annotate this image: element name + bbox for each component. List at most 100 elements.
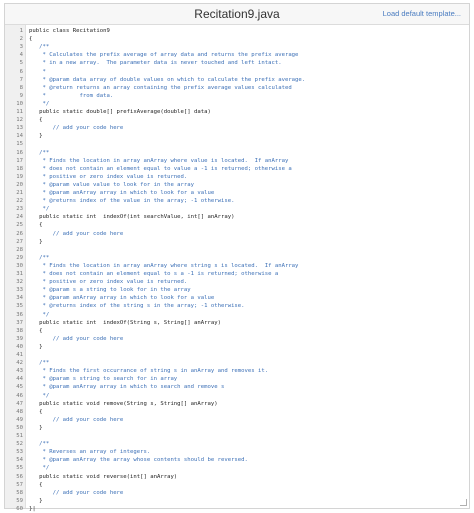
code-text: /** bbox=[29, 44, 50, 51]
code-line[interactable]: 11 public static double[] prefixAverage(… bbox=[5, 108, 469, 116]
code-text: * @return returns an array containing th… bbox=[29, 84, 292, 91]
line-number: 34 bbox=[16, 295, 23, 302]
code-line[interactable]: 56 public static void reverse(int[] anAr… bbox=[5, 473, 469, 481]
code-line[interactable]: 1 public class Recitation9 bbox=[5, 27, 469, 35]
code-line[interactable]: 15 bbox=[5, 140, 469, 148]
line-number: 4 bbox=[19, 52, 23, 59]
code-text: /** bbox=[29, 441, 50, 448]
code-line[interactable]: 58 // add your code here bbox=[5, 489, 469, 497]
code-line[interactable]: 18 * does not contain an element equal t… bbox=[5, 165, 469, 173]
resize-handle-icon[interactable] bbox=[460, 499, 467, 506]
code-line[interactable]: 36 */ bbox=[5, 311, 469, 319]
code-line[interactable]: 54 * @param anArray the array whose cont… bbox=[5, 456, 469, 464]
code-line[interactable]: 40 } bbox=[5, 343, 469, 351]
code-line[interactable]: 13 // add your code here bbox=[5, 124, 469, 132]
code-text: }| bbox=[29, 505, 36, 512]
line-number: 45 bbox=[16, 384, 23, 391]
line-number: 27 bbox=[16, 238, 23, 245]
code-line[interactable]: 3 /** bbox=[5, 43, 469, 51]
code-line[interactable]: 21 * @param anArray array in which to lo… bbox=[5, 189, 469, 197]
line-number: 22 bbox=[16, 198, 23, 205]
code-line[interactable]: 51 bbox=[5, 432, 469, 440]
code-line[interactable]: 41 bbox=[5, 351, 469, 359]
load-default-template-button[interactable]: Load default template... bbox=[383, 9, 461, 18]
line-number: 54 bbox=[16, 457, 23, 464]
code-text: */ bbox=[29, 100, 50, 107]
code-line[interactable]: 2{ bbox=[5, 35, 469, 43]
code-line[interactable]: 42 /** bbox=[5, 359, 469, 367]
code-line[interactable]: 52 /** bbox=[5, 440, 469, 448]
code-line[interactable]: 34 * @param anArray array in which to lo… bbox=[5, 294, 469, 302]
code-line[interactable]: 44 * @param s string to search for in ar… bbox=[5, 375, 469, 383]
code-line[interactable]: 5 * in a new array. The parameter data i… bbox=[5, 59, 469, 67]
code-line[interactable]: 48 { bbox=[5, 408, 469, 416]
line-number: 35 bbox=[16, 303, 23, 310]
code-line[interactable]: 47 public static void remove(String s, S… bbox=[5, 400, 469, 408]
line-number: 29 bbox=[16, 254, 23, 261]
line-number: 48 bbox=[16, 408, 23, 415]
code-line[interactable]: 55 */ bbox=[5, 464, 469, 472]
code-line[interactable]: 9 * from data. bbox=[5, 92, 469, 100]
code-line[interactable]: 25 { bbox=[5, 221, 469, 229]
code-line[interactable]: 32 * positive or zero index value is ret… bbox=[5, 278, 469, 286]
line-number: 16 bbox=[16, 149, 23, 156]
code-text: * in a new array. The parameter data is … bbox=[29, 60, 282, 67]
code-text: public static void remove(String s, Stri… bbox=[29, 400, 218, 407]
code-line[interactable]: 45 * @param anArray array in which to se… bbox=[5, 383, 469, 391]
code-line[interactable]: 12 { bbox=[5, 116, 469, 124]
editor-window: Recitation9.java Load default template..… bbox=[4, 3, 470, 512]
code-line[interactable]: 43 * Finds the first occurrance of strin… bbox=[5, 367, 469, 375]
code-line[interactable]: 8 * @return returns an array containing … bbox=[5, 84, 469, 92]
line-number: 50 bbox=[16, 424, 23, 431]
line-number: 17 bbox=[16, 157, 23, 164]
code-line[interactable]: 26 // add your code here bbox=[5, 230, 469, 238]
code-text: { bbox=[29, 222, 43, 229]
code-line[interactable]: 37 public static int indexOf(String s, S… bbox=[5, 319, 469, 327]
code-text: * @returns index of the value in the arr… bbox=[29, 198, 235, 205]
line-number: 57 bbox=[16, 481, 23, 488]
code-text: public static int indexOf(int searchValu… bbox=[29, 214, 235, 221]
code-line[interactable]: 14 } bbox=[5, 132, 469, 140]
code-line[interactable]: 19 * positive or zero index value is ret… bbox=[5, 173, 469, 181]
code-text: * Finds the location in array anArray wh… bbox=[29, 157, 289, 164]
code-line[interactable]: 24 public static int indexOf(int searchV… bbox=[5, 213, 469, 221]
code-text: * @param anArray the array whose content… bbox=[29, 457, 248, 464]
code-line[interactable]: 28 bbox=[5, 246, 469, 254]
line-number: 56 bbox=[16, 473, 23, 480]
code-line[interactable]: 7 * @param data array of double values o… bbox=[5, 76, 469, 84]
code-text: } bbox=[29, 497, 43, 504]
code-line[interactable]: 27 } bbox=[5, 238, 469, 246]
line-number: 3 bbox=[19, 44, 23, 51]
code-line[interactable]: 23 */ bbox=[5, 205, 469, 213]
code-line[interactable]: 46 */ bbox=[5, 392, 469, 400]
code-text: /** bbox=[29, 360, 50, 367]
line-number: 23 bbox=[16, 206, 23, 213]
code-line[interactable]: 17 * Finds the location in array anArray… bbox=[5, 157, 469, 165]
line-number: 46 bbox=[16, 392, 23, 399]
code-line[interactable]: 49 // add your code here bbox=[5, 416, 469, 424]
code-text: * Finds the first occurrance of string s… bbox=[29, 368, 269, 375]
code-line[interactable]: 57 { bbox=[5, 481, 469, 489]
code-line[interactable]: 50 } bbox=[5, 424, 469, 432]
code-line[interactable]: 59 } bbox=[5, 497, 469, 505]
code-line[interactable]: 10 */ bbox=[5, 100, 469, 108]
code-line[interactable]: 38 { bbox=[5, 327, 469, 335]
line-number: 15 bbox=[16, 141, 23, 148]
code-line[interactable]: 39 // add your code here bbox=[5, 335, 469, 343]
code-editor[interactable]: 1 public class Recitation9 2{3 /** 4 * Calc… bbox=[5, 25, 469, 512]
line-number: 41 bbox=[16, 352, 23, 358]
code-line[interactable]: 35 * @returns index of the string s in t… bbox=[5, 302, 469, 310]
code-line[interactable]: 4 * Calculates the prefix average of arr… bbox=[5, 51, 469, 59]
code-line[interactable]: 29 /** bbox=[5, 254, 469, 262]
code-line[interactable]: 16 /** bbox=[5, 149, 469, 157]
code-line[interactable]: 20 * @param value value to look for in t… bbox=[5, 181, 469, 189]
line-number: 5 bbox=[19, 60, 23, 67]
code-line[interactable]: 60}| bbox=[5, 505, 469, 513]
code-line[interactable]: 30 * Finds the location in array anArray… bbox=[5, 262, 469, 270]
code-line[interactable]: 6 * bbox=[5, 68, 469, 76]
code-line[interactable]: 22 * @returns index of the value in the … bbox=[5, 197, 469, 205]
code-line[interactable]: 53 * Reverses an array of integers. bbox=[5, 448, 469, 456]
line-number: 38 bbox=[16, 327, 23, 334]
code-line[interactable]: 33 * @param s a string to look for in th… bbox=[5, 286, 469, 294]
code-line[interactable]: 31 * does not contain an element equal t… bbox=[5, 270, 469, 278]
